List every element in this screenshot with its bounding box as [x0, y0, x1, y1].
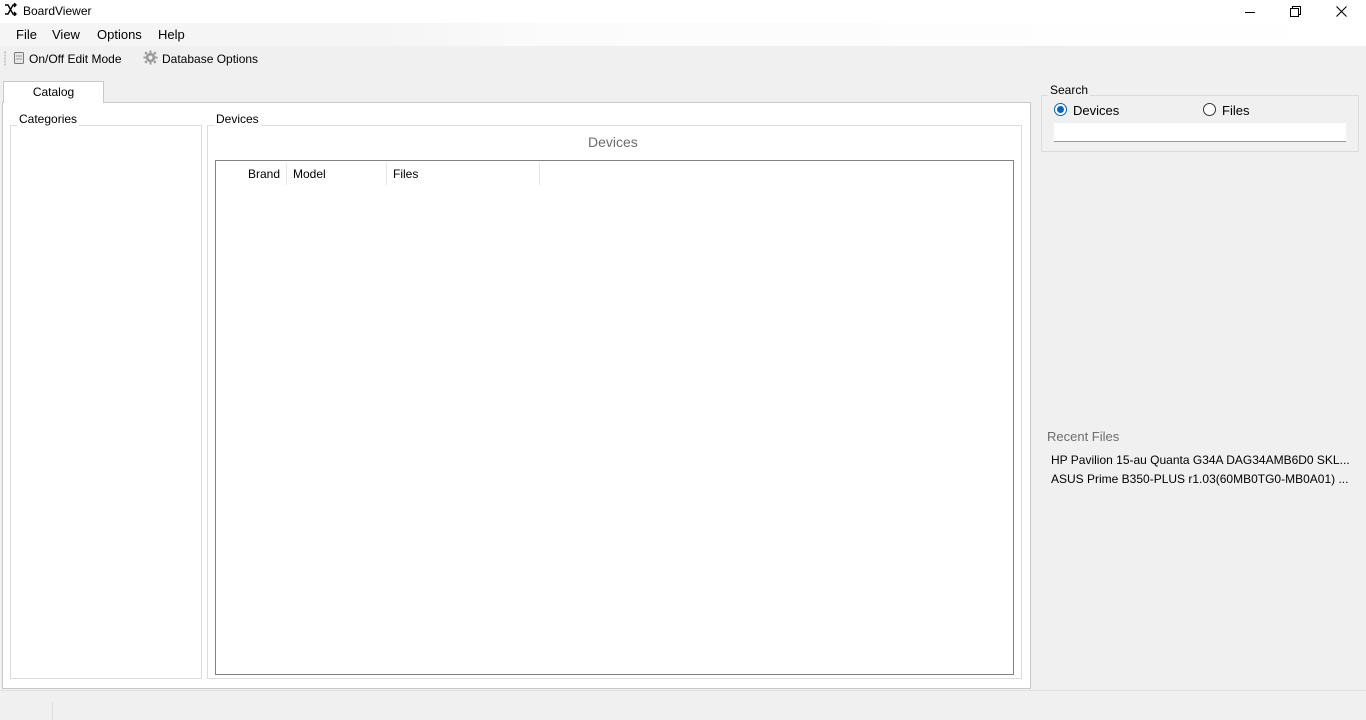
- search-input[interactable]: [1054, 123, 1346, 142]
- close-icon: [1335, 6, 1347, 17]
- minimize-button[interactable]: [1227, 0, 1273, 23]
- recent-files-title: Recent Files: [1047, 429, 1120, 444]
- edit-mode-label: On/Off Edit Mode: [29, 52, 122, 66]
- recent-file-item[interactable]: ASUS Prime B350-PLUS r1.03(60MB0TG0-MB0A…: [1051, 472, 1355, 486]
- column-separator[interactable]: [286, 163, 287, 185]
- radio-files-label[interactable]: Files: [1222, 103, 1249, 118]
- categories-title: Categories: [17, 112, 80, 126]
- recent-file-item[interactable]: HP Pavilion 15-au Quanta G34A DAG34AMB6D…: [1051, 453, 1355, 467]
- status-separator: [52, 702, 53, 720]
- gear-icon: [143, 50, 158, 68]
- menu-bar: [0, 23, 1366, 46]
- categories-group: [10, 125, 202, 679]
- database-options-label: Database Options: [162, 52, 259, 66]
- search-title: Search: [1048, 83, 1091, 97]
- close-button[interactable]: [1318, 0, 1364, 23]
- menu-view[interactable]: View: [52, 27, 80, 42]
- menu-options[interactable]: Options: [97, 27, 142, 42]
- toolbar-grip[interactable]: [4, 51, 6, 66]
- column-header-files[interactable]: Files: [393, 166, 418, 185]
- edit-mode-button[interactable]: On/Off Edit Mode: [13, 51, 122, 67]
- database-options-button[interactable]: Database Options: [143, 50, 259, 68]
- minimize-icon: [1245, 7, 1255, 17]
- restore-icon: [1289, 6, 1301, 17]
- column-header-brand[interactable]: Brand: [248, 166, 280, 185]
- devices-caption: Devices: [588, 134, 638, 150]
- menu-help[interactable]: Help: [158, 27, 185, 42]
- menu-file[interactable]: File: [16, 27, 37, 42]
- radio-files[interactable]: [1203, 103, 1216, 116]
- devices-list[interactable]: [215, 160, 1014, 675]
- status-bar: [0, 690, 1366, 720]
- database-icon: [13, 51, 25, 68]
- radio-devices[interactable]: [1054, 103, 1067, 116]
- column-separator[interactable]: [539, 163, 540, 185]
- column-separator[interactable]: [386, 163, 387, 185]
- devices-group-title: Devices: [214, 112, 261, 126]
- radio-devices-label[interactable]: Devices: [1073, 103, 1119, 118]
- restore-button[interactable]: [1272, 0, 1318, 23]
- tab-catalog[interactable]: Catalog: [3, 81, 104, 103]
- title-bar: [0, 0, 1366, 23]
- shuffle-icon: [4, 2, 18, 19]
- column-header-model[interactable]: Model: [293, 166, 326, 185]
- window-title: BoardViewer: [23, 4, 92, 18]
